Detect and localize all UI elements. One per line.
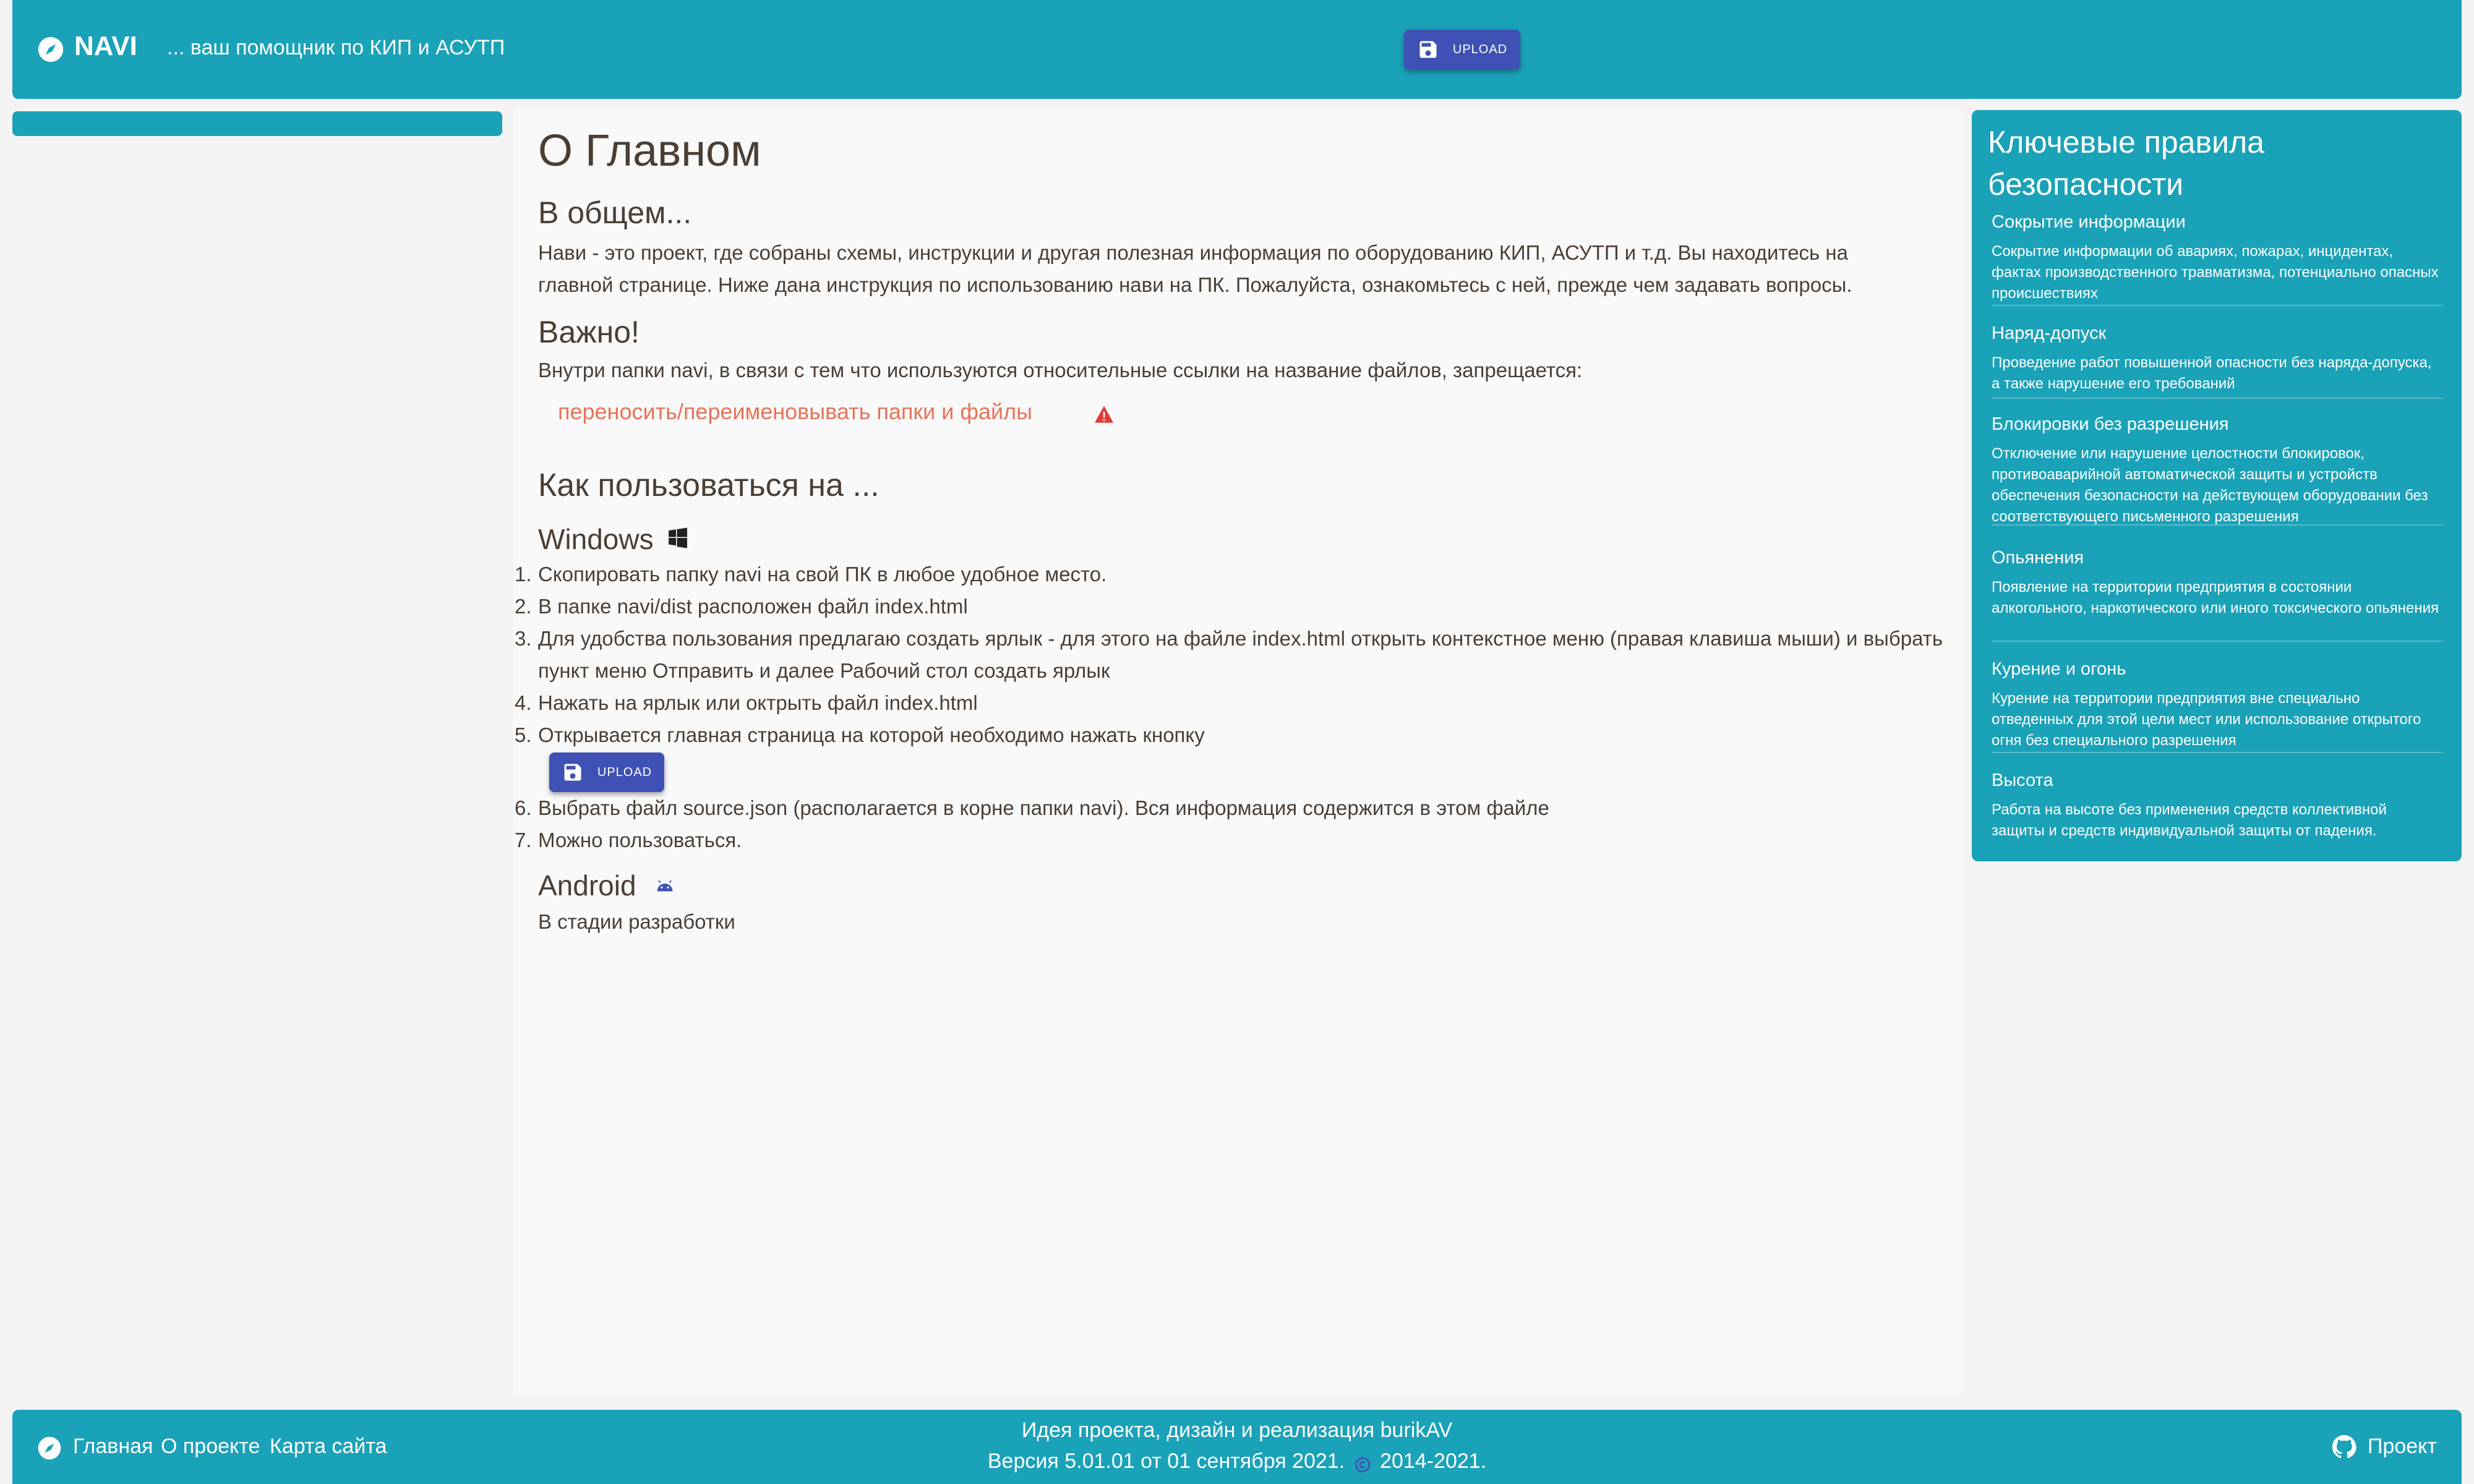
rule-text: Курение на территории предприятия вне сп… [1992,690,2421,749]
sidebar-bar [12,111,502,136]
windows-icon [669,527,687,548]
copyright-icon [1355,1454,1371,1473]
brand-title[interactable]: NAVI [74,31,137,62]
upload-label: UPLOAD [1452,42,1508,56]
save-icon [1419,41,1437,58]
rule-title: Опьянения [1992,548,2084,568]
windows-heading-label: Windows [538,523,654,555]
rule-title: Наряд-допуск [1992,323,2107,343]
important-text: Внутри папки navi, в связи с тем что исп… [538,359,1583,382]
rule-text: Сокрытие информации об авариях, пожарах,… [1992,243,2439,302]
rule-item: Высота Работа на высоте без применения с… [1992,770,2443,839]
windows-heading: Windows [538,522,654,556]
footer-project-link[interactable]: Проект [2368,1435,2437,1459]
github-icon[interactable] [2332,1435,2356,1459]
rule-item: Блокировки без разрешения Отключение или… [1992,414,2443,526]
rule-title: Сокрытие информации [1992,212,2186,232]
rule-text: Появление на территории предприятия в со… [1992,579,2439,616]
rule-title: Высота [1992,770,2053,790]
android-icon [657,880,673,892]
upload-button[interactable]: UPLOAD [1404,30,1520,69]
app-footer: Главная О проекте Карта сайта Идея проек… [12,1410,2462,1484]
rule-item: Курение и огонь Курение на территории пр… [1992,659,2443,753]
important-heading: Важно! [538,315,640,349]
safety-panel: Ключевые правила безопасности Сокрытие и… [1972,110,2462,861]
rule-text: Проведение работ повышенной опасности бе… [1992,354,2432,392]
howto-heading: Как пользоваться на ... [538,467,880,503]
list-item: 6. Выбрать файл source.json (располагаетс… [515,796,1549,819]
android-text: В стадии разработки [538,910,735,933]
warning-icon [1095,406,1113,423]
windows-steps: 1. Скопировать папку navi на свой ПК в лю… [515,558,1943,751]
list-item: 5. Открывается главная страница на которо… [515,723,1205,746]
android-heading-label: Android [538,869,636,902]
upload-button-inline[interactable]: UPLOAD [549,753,664,792]
list-item: 7. Можно пользоваться. [515,829,742,851]
list-item: 4. Нажать на ярлык или октрыть файл index… [515,691,978,714]
rule-title: Курение и огонь [1992,659,2126,679]
upload-label: UPLOAD [597,765,653,779]
footer-credit: Идея проекта, дизайн и реализация burikA… [1021,1418,1453,1442]
windows-steps-continued: 6. Выбрать файл source.json (располагаетс… [515,792,1549,856]
rule-text: Работа на высоте без применения средств … [1992,801,2387,839]
rule-item: Сокрытие информации Сокрытие информации … [1992,212,2443,306]
general-text: Нави - это проект, где собраны схемы, ин… [538,241,1852,296]
list-item: 3. Для удобства пользования предлагаю соз… [515,627,1943,682]
rule-text: Отключение или нарушение целостности бло… [1992,445,2428,525]
warning-text: переносить/переименовывать папки и файлы [558,399,1032,424]
footer-version: Версия 5.01.01 от 01 сентября 2021. 2014… [12,1449,2462,1473]
rule-item: Опьянения Появление на территории предпр… [1992,548,2443,642]
compass-icon[interactable] [37,36,64,63]
list-item: 1. Скопировать папку navi на свой ПК в лю… [515,563,1107,586]
android-heading: Android [538,869,636,902]
general-heading: В общем... [538,195,692,230]
footer-years: 2014-2021. [1380,1449,1487,1473]
header-subtitle: ... ваш помощник по КИП и АСУТП [167,36,505,59]
footer-version-text: Версия 5.01.01 от 01 сентября 2021. [987,1449,1345,1473]
safety-title: Ключевые правила безопасности [1988,125,2264,202]
rule-item: Наряд-допуск Проведение работ повышенной… [1992,323,2443,399]
rule-title: Блокировки без разрешения [1992,414,2229,434]
app-header: NAVI ... ваш помощник по КИП и АСУТП UPL… [12,0,2462,99]
page-title: О Главном [538,126,761,176]
main-content: О Главном В общем... Нави - это проект, … [513,108,1961,1394]
save-icon [564,764,581,781]
list-item: 2. В папке navi/dist расположен файл inde… [515,595,968,618]
